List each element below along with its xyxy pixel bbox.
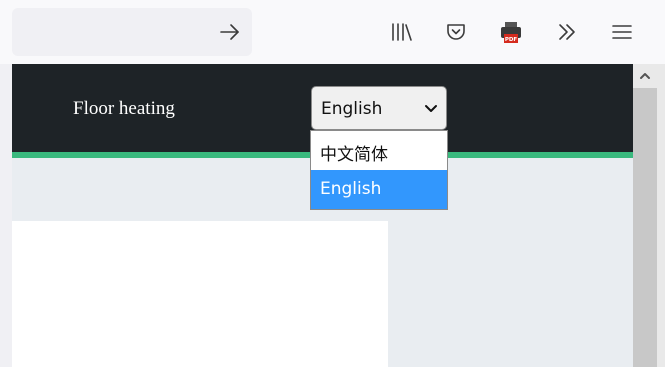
pocket-icon[interactable] (444, 20, 468, 44)
site-brand[interactable]: Floor heating (73, 98, 175, 120)
language-option-english[interactable]: English (311, 170, 447, 209)
chevron-down-icon (425, 105, 437, 112)
scrollbar-thumb[interactable] (633, 88, 657, 367)
url-bar[interactable] (12, 8, 252, 56)
library-icon[interactable] (390, 20, 414, 44)
language-option-chinese[interactable]: 中文简体 (311, 131, 447, 170)
arrow-right-icon[interactable] (218, 20, 242, 44)
language-select-value: English (321, 99, 383, 119)
pdf-badge-label: PDF (505, 37, 518, 43)
web-page: Floor heating English (12, 64, 633, 367)
print-pdf-icon[interactable]: PDF (499, 20, 523, 44)
overflow-chevrons-icon[interactable] (555, 20, 579, 44)
hamburger-menu-icon[interactable] (610, 20, 634, 44)
content-panel (12, 221, 388, 367)
language-select[interactable]: English (311, 86, 447, 130)
scroll-up-arrow-icon[interactable] (633, 64, 657, 88)
vertical-scrollbar[interactable] (633, 64, 665, 367)
language-dropdown-list: 中文简体 English (310, 130, 448, 210)
browser-toolbar: PDF (0, 0, 665, 64)
